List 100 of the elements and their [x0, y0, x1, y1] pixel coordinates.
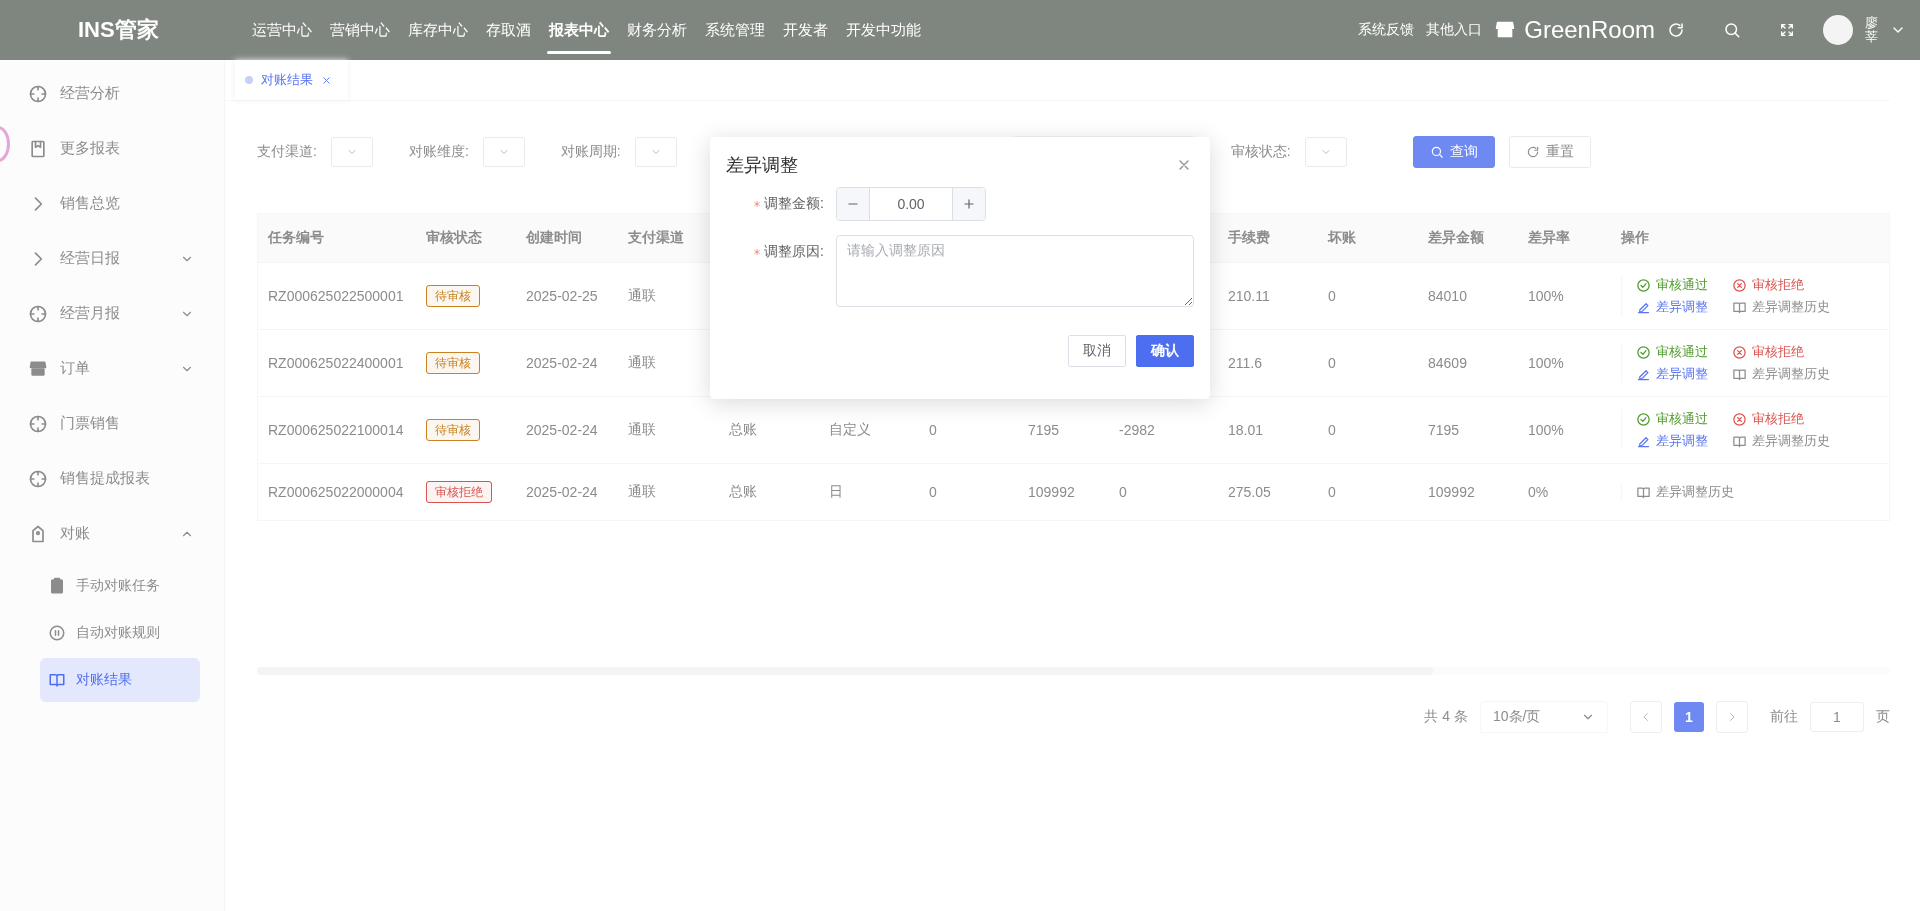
nav-tab[interactable]: 运营中心 [250, 0, 314, 60]
adjust-link[interactable]: 差异调整 [1636, 365, 1708, 383]
approve-link[interactable]: 审核通过 [1636, 343, 1708, 361]
table-cell: 100% [1528, 422, 1564, 438]
table-cell: 0 [1328, 288, 1336, 304]
cancel-button[interactable]: 取消 [1068, 335, 1126, 367]
column-header: 差异率 [1528, 229, 1570, 245]
nav-tab[interactable]: 报表中心 [547, 0, 611, 60]
amount-stepper[interactable]: 0.00 [836, 187, 986, 221]
column-header: 手续费 [1228, 229, 1270, 245]
table-cell: 通联 [628, 421, 656, 437]
table-cell: 自定义 [829, 421, 871, 437]
required-asterisk-icon [753, 200, 762, 208]
bookmark-icon [28, 138, 48, 159]
history-link[interactable]: 差异调整历史 [1636, 483, 1734, 501]
avatar[interactable] [1823, 15, 1853, 45]
table-cell: 100% [1528, 288, 1564, 304]
filter-select[interactable] [1304, 137, 1347, 167]
status-tag: 待审核 [426, 352, 480, 374]
sidebar-item[interactable]: 门票销售 [0, 396, 224, 451]
approve-link[interactable]: 审核通过 [1636, 276, 1708, 294]
sidebar-item[interactable]: 订单 [0, 341, 224, 396]
reject-link[interactable]: 审核拒绝 [1732, 343, 1830, 361]
header-link[interactable]: 其他入口 [1426, 21, 1483, 39]
page-size-select[interactable]: 10条/页 [1480, 701, 1608, 733]
table-cell: 0% [1528, 484, 1549, 500]
table-cell: 84609 [1428, 355, 1467, 371]
sidebar-item[interactable]: 对账结果 [40, 658, 200, 702]
filter-select[interactable] [634, 137, 677, 167]
table-cell: 18.01 [1228, 422, 1264, 438]
refresh-icon [1667, 21, 1685, 39]
sidebar-item[interactable]: 销售总览 [0, 176, 224, 231]
nav-tab[interactable]: 系统管理 [703, 0, 767, 60]
filter-select[interactable] [482, 137, 525, 167]
header-link[interactable]: 系统反馈 [1358, 21, 1415, 39]
reject-link[interactable]: 审核拒绝 [1732, 276, 1830, 294]
book-icon [1732, 433, 1747, 449]
sidebar-item[interactable]: 销售提成报表 [0, 451, 224, 506]
query-button[interactable]: 查询 [1412, 136, 1495, 168]
sidebar-item[interactable]: 更多报表 [0, 121, 224, 176]
nav-tab[interactable]: 营销中心 [328, 0, 392, 60]
sidebar-item[interactable]: 经营月报 [0, 286, 224, 341]
confirm-button[interactable]: 确认 [1136, 335, 1194, 367]
adjust-link[interactable]: 差异调整 [1636, 432, 1708, 450]
table-cell: 7195 [1428, 422, 1460, 438]
fullscreen-icon [1779, 22, 1795, 38]
column-header: 任务编号 [268, 229, 324, 245]
prev-page-button[interactable] [1630, 701, 1662, 733]
table-cell: 日 [829, 483, 843, 499]
table-cell: 2025-02-25 [526, 288, 598, 304]
filter-select[interactable] [330, 137, 373, 167]
table-cell: 0 [929, 422, 937, 438]
column-header: 操作 [1621, 229, 1649, 245]
table-cell: 总账 [729, 483, 757, 499]
goto-page-field[interactable]: 1 [1810, 702, 1864, 732]
filter-label: 审核状态: [1230, 143, 1291, 161]
filter-label: 支付渠道: [257, 143, 317, 161]
check-circle-icon [1636, 411, 1651, 427]
search-icon [1429, 145, 1444, 159]
reject-link[interactable]: 审核拒绝 [1732, 410, 1830, 428]
status-tag: 待审核 [426, 419, 480, 441]
sidebar-item[interactable]: 自动对账规则 [40, 611, 200, 655]
adjust-link[interactable]: 差异调整 [1636, 298, 1708, 316]
crosshair-icon [28, 83, 48, 104]
check-circle-icon [1636, 344, 1651, 360]
page-tab[interactable]: 对账结果 [235, 60, 348, 100]
approve-link[interactable]: 审核通过 [1636, 410, 1708, 428]
table-cell: 275.05 [1228, 484, 1271, 500]
nav-tab[interactable]: 存取酒 [484, 0, 533, 60]
store-name[interactable]: GreenRoom [1524, 16, 1655, 44]
history-link[interactable]: 差异调整历史 [1732, 298, 1830, 316]
table-cell: 0 [1328, 422, 1336, 438]
sidebar-item[interactable]: 经营日报 [0, 231, 224, 286]
sidebar-item[interactable]: 手动对账任务 [40, 564, 200, 608]
clipboard-icon [48, 577, 66, 595]
reason-textarea[interactable]: 请输入调整原因 [836, 235, 1194, 307]
table-cell: 109992 [1028, 484, 1075, 500]
table-cell: 通联 [628, 354, 656, 370]
user-name[interactable]: 廖莘 [1865, 15, 1878, 45]
sidebar-item[interactable]: 经营分析 [0, 66, 224, 121]
nav-tab[interactable]: 开发中功能 [844, 0, 923, 60]
x-circle-icon [1732, 277, 1747, 293]
history-link[interactable]: 差异调整历史 [1732, 365, 1830, 383]
decrement-button[interactable] [837, 188, 870, 220]
next-page-button[interactable] [1716, 701, 1748, 733]
crosshair-icon [28, 468, 48, 489]
reset-button[interactable]: 重置 [1508, 136, 1591, 168]
table-cell: 100% [1528, 355, 1564, 371]
nav-tab[interactable]: 财务分析 [625, 0, 689, 60]
table-cell: RZ000625022000004 [268, 484, 404, 500]
total-count: 共 4 条 [1424, 708, 1468, 726]
nav-tab[interactable]: 库存中心 [406, 0, 470, 60]
goto-label: 前往 [1770, 708, 1798, 726]
tab-dot-icon [245, 76, 253, 84]
increment-button[interactable] [952, 188, 985, 220]
table-cell: 2025-02-24 [526, 355, 598, 371]
page-number[interactable]: 1 [1674, 702, 1704, 732]
history-link[interactable]: 差异调整历史 [1732, 432, 1830, 450]
nav-tab[interactable]: 开发者 [781, 0, 830, 60]
sidebar-item[interactable]: 对账 [0, 506, 224, 561]
